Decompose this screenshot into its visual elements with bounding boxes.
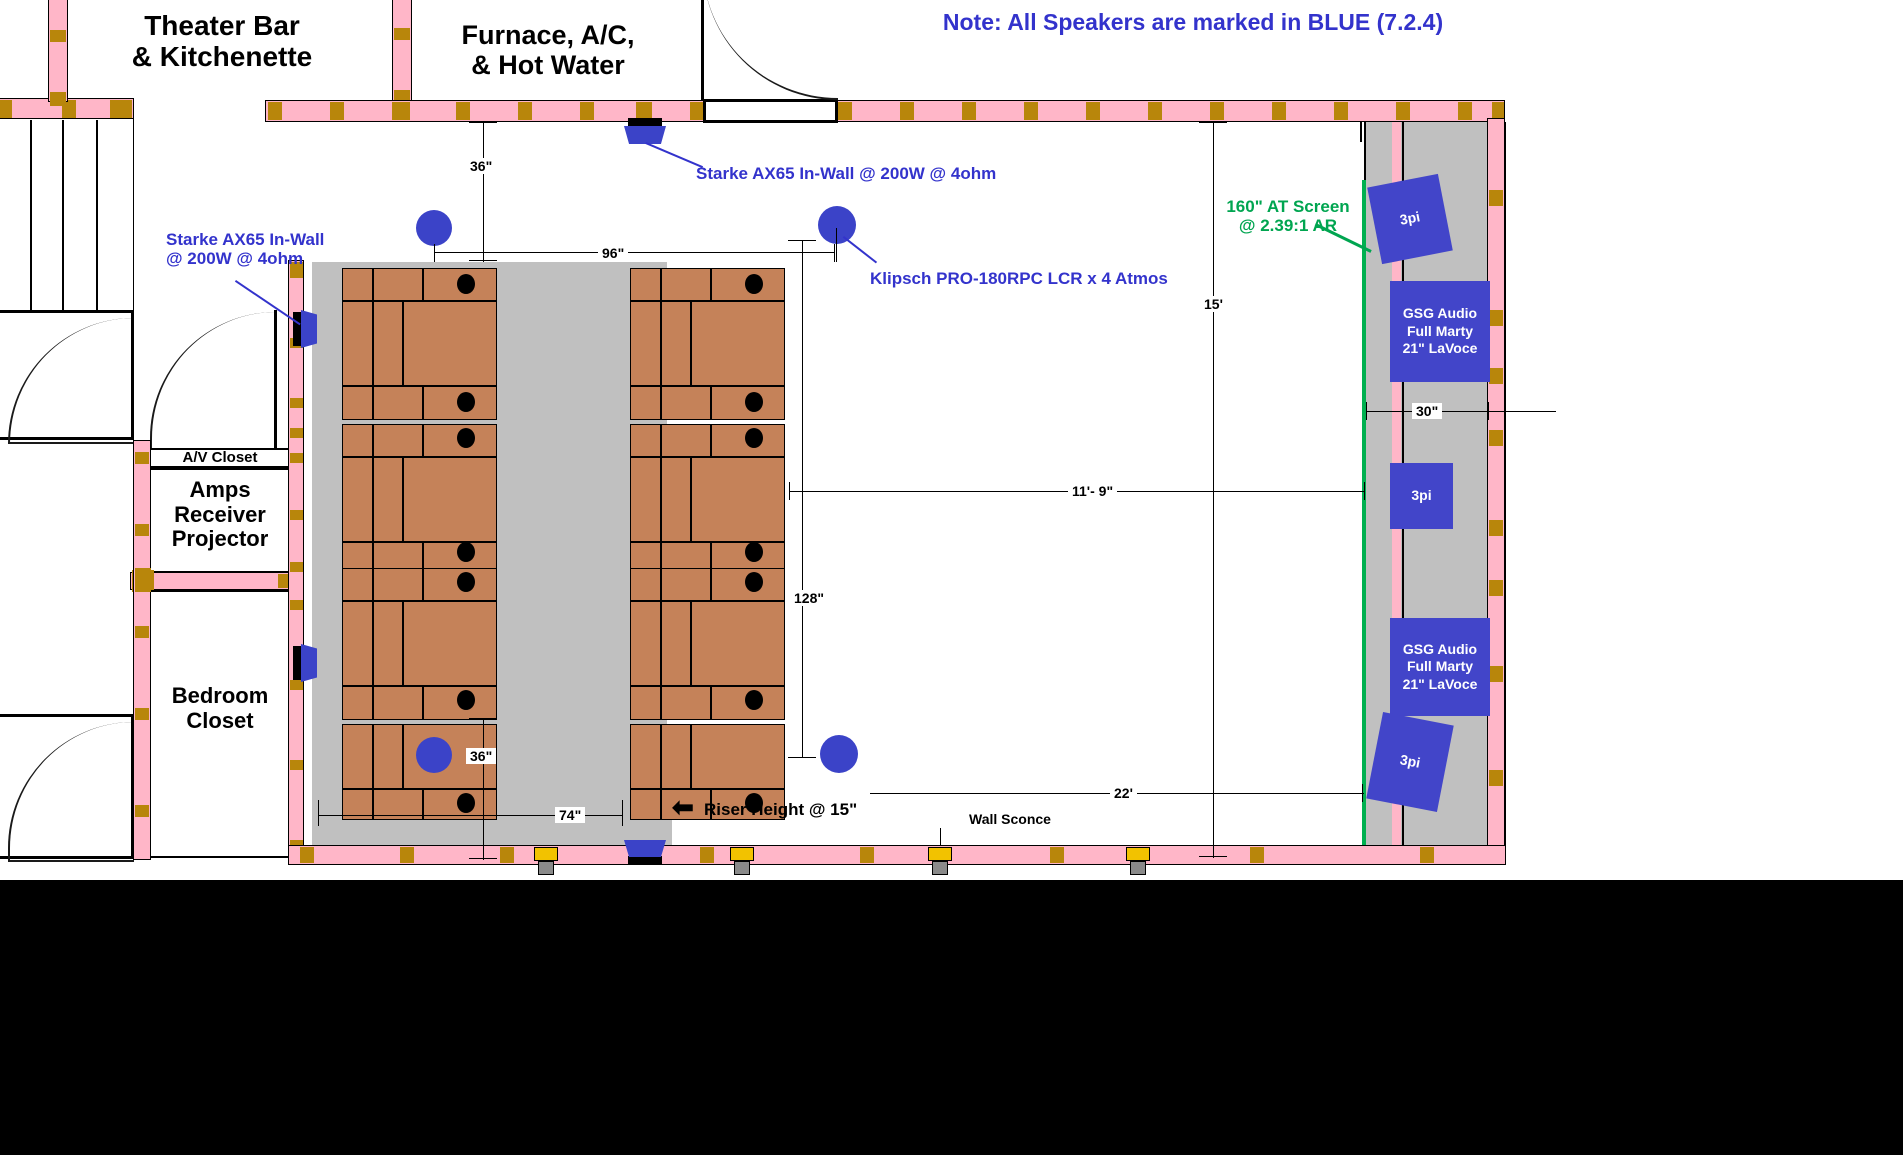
floorplan-sheet: A/V Closet Amps Receiver Projector Bedro… [0,0,1903,880]
av-closet-label: A/V Closet [182,449,258,466]
dim-30: 30" [1412,403,1443,419]
leader-starke-top [645,142,704,169]
speaker-inwall-left-lower[interactable] [293,644,317,682]
starke-top-annotation: Starke AX65 In-Wall @ 200W @ 4ohm [696,164,997,183]
speaker-gsg-lower-label: GSG Audio Full Marty 21" LaVoce [1402,640,1478,692]
room-stairs [0,118,134,318]
bedroom-closet-label: Bedroom Closet [171,683,269,733]
klipsch-annotation: Klipsch PRO-180RPC LCR x 4 Atmos [870,269,1168,288]
speaker-atmos-front-left[interactable] [416,210,452,246]
leader-klipsch [842,236,878,264]
speaker-atmos-front-right[interactable] [818,206,856,244]
dim-96: 96" [598,245,629,261]
speaker-3pi-middle-label: 3pi [1411,487,1432,504]
equipment-room-label: Amps Receiver Projector [171,477,269,552]
at-screen-line [1362,180,1366,858]
speaker-inwall-left-upper[interactable] [293,310,317,348]
dim-11-9: 11'- 9" [1068,483,1118,499]
dim-74: 74" [555,807,586,823]
riser-height-label: Riser Height @ 15" [704,800,858,819]
wall-top-main [265,100,1505,122]
speaker-3pi-top-label: 3pi [1398,208,1422,229]
speaker-gsg-lower[interactable]: GSG Audio Full Marty 21" LaVoce [1390,618,1490,716]
wall-sconce-label: Wall Sconce [969,811,1051,827]
dim-128: 128" [790,590,828,606]
dim-22ft: 22' [1110,785,1137,801]
wall-vert-furnace [392,0,412,104]
wall-sconce-3[interactable] [928,847,952,875]
speaker-3pi-top[interactable]: 3pi [1367,173,1453,265]
wall-right-exterior [1487,118,1505,860]
wall-sconce-2[interactable] [730,847,754,875]
speaker-gsg-upper-label: GSG Audio Full Marty 21" LaVoce [1402,305,1478,357]
wall-vert-theater-left [288,260,304,860]
wall-mid-horizontal [130,572,295,590]
theater-bar-label: Theater Bar & Kitchenette [131,10,313,73]
speaker-gsg-upper[interactable]: GSG Audio Full Marty 21" LaVoce [1390,281,1490,382]
at-screen-annotation: 160" AT Screen @ 2.39:1 AR [1226,197,1350,236]
speaker-atmos-rear-right[interactable] [820,735,858,773]
dim-36-bottom: 36" [466,748,497,764]
speaker-atmos-rear-left[interactable] [416,737,452,773]
wall-vert-theaterbar [48,0,68,102]
furnace-label: Furnace, A/C, & Hot Water [461,20,635,81]
wall-sconce-4[interactable] [1126,847,1150,875]
wall-sconce-1[interactable] [534,847,558,875]
wall-vert-inner-left [133,440,151,860]
starke-left-annotation: Starke AX65 In-Wall @ 200W @ 4ohm [166,230,325,269]
speaker-3pi-bottom-label: 3pi [1398,751,1422,772]
speaker-3pi-middle[interactable]: 3pi [1390,463,1453,529]
speaker-inwall-bottom[interactable] [624,840,666,864]
wall-bottom-exterior [288,845,1506,865]
speakers-note: Note: All Speakers are marked in BLUE (7… [942,9,1444,35]
speaker-inwall-top[interactable] [624,118,666,144]
dim-15ft: 15' [1200,296,1227,312]
dim-36-top: 36" [466,158,497,174]
door-opening-top [703,99,838,123]
riser-arrow-icon: ⬅ [672,792,694,822]
floorplan-canvas: A/V Closet Amps Receiver Projector Bedro… [0,0,1903,1155]
